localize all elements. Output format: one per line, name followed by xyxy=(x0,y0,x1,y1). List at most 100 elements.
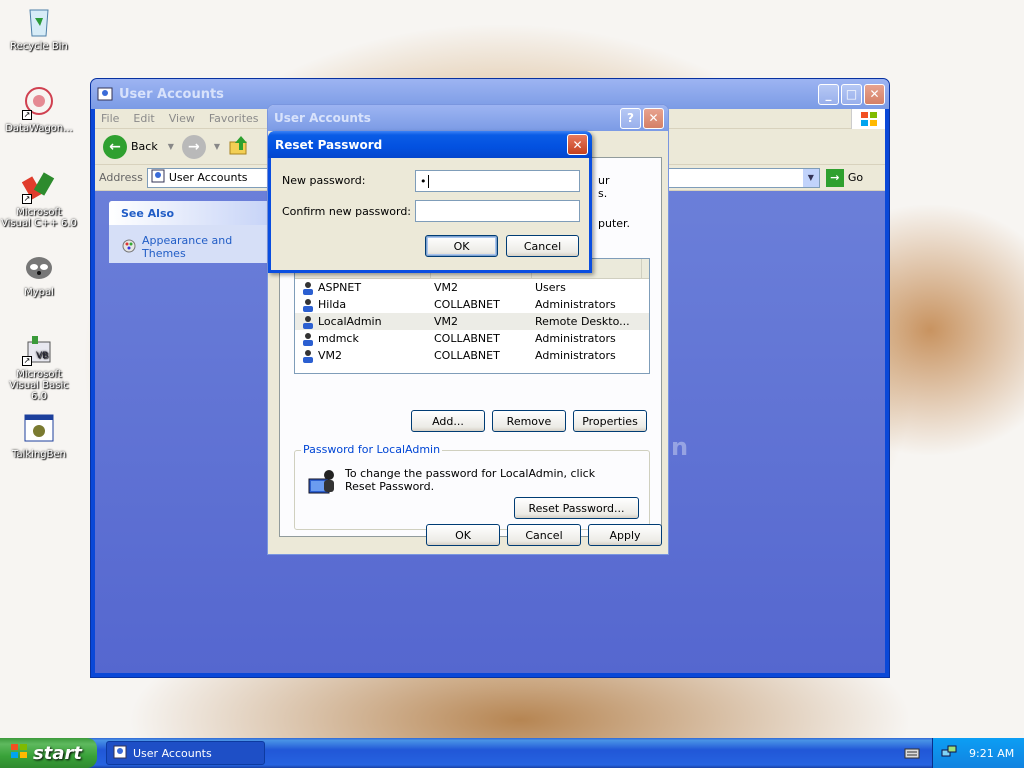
user-name: mdmck xyxy=(318,332,359,345)
user-icon xyxy=(301,315,315,329)
confirm-password-label: Confirm new password: xyxy=(282,205,412,218)
user-name: VM2 xyxy=(318,349,343,362)
appearance-themes-icon xyxy=(121,238,137,257)
user-accounts-icon xyxy=(97,86,113,102)
user-accounts-icon xyxy=(113,745,127,762)
user-icon xyxy=(301,281,315,295)
partial-text-3: puter. xyxy=(598,217,631,230)
user-group: Remote Deskto... xyxy=(535,315,630,328)
properties-button[interactable]: Properties xyxy=(573,410,647,432)
menu-edit[interactable]: Edit xyxy=(133,112,154,125)
ua-dialog-titlebar[interactable]: User Accounts ? ✕ xyxy=(268,105,668,131)
back-button-label[interactable]: Back xyxy=(131,140,158,153)
users-listview[interactable]: ASPNET VM2 Users Hilda COLLABNET Adminis… xyxy=(294,258,650,374)
minimize-button[interactable]: _ xyxy=(818,83,839,105)
desktop-icon-mypal[interactable]: Mypal xyxy=(0,250,78,298)
address-value: User Accounts xyxy=(168,171,248,184)
main-window-title: User Accounts xyxy=(119,86,224,102)
ua-apply-button[interactable]: Apply xyxy=(588,524,662,546)
see-also-pane: See Also Appearance and Themes xyxy=(109,201,271,263)
desktop-icon-talkingben[interactable]: TalkingBen xyxy=(0,412,78,460)
user-accounts-icon xyxy=(151,169,165,186)
user-group: Administrators xyxy=(535,332,616,345)
watermark-text: n xyxy=(671,433,689,461)
recycle-bin-icon xyxy=(22,4,56,38)
maximize-button[interactable]: □ xyxy=(841,83,862,105)
reset-password-dialog: Reset Password ✕ New password: • Confirm… xyxy=(268,131,592,273)
shortcut-arrow-icon: ↗ xyxy=(22,356,32,366)
partial-text-1: ur xyxy=(598,174,610,187)
user-icon xyxy=(301,298,315,312)
user-name: LocalAdmin xyxy=(318,315,382,328)
text-cursor xyxy=(427,174,429,188)
desktop-icon-recycle-bin[interactable]: Recycle Bin xyxy=(0,4,78,52)
help-button[interactable]: ? xyxy=(620,107,641,129)
rp-dialog-titlebar[interactable]: Reset Password ✕ xyxy=(268,131,592,158)
table-row[interactable]: Hilda COLLABNET Administrators xyxy=(295,296,649,313)
new-password-field[interactable]: • xyxy=(415,170,580,192)
folder-up-icon[interactable] xyxy=(228,134,250,159)
table-row[interactable]: mdmck COLLABNET Administrators xyxy=(295,330,649,347)
user-group: Administrators xyxy=(535,349,616,362)
confirm-password-field[interactable] xyxy=(415,200,580,222)
clock[interactable]: 9:21 AM xyxy=(969,747,1014,760)
go-button-label[interactable]: Go xyxy=(848,171,863,184)
desktop-icon-label: Microsoft Visual Basic 6.0 xyxy=(9,369,69,402)
rp-cancel-button[interactable]: Cancel xyxy=(506,235,579,257)
system-tray: 9:21 AM xyxy=(932,738,1024,768)
datawagon-icon: ↗ xyxy=(22,86,56,120)
user-domain: VM2 xyxy=(434,315,459,328)
windows-logo-icon xyxy=(851,108,885,129)
remove-user-button[interactable]: Remove xyxy=(492,410,566,432)
ua-close-button[interactable]: ✕ xyxy=(643,107,664,129)
go-arrow-icon[interactable]: → xyxy=(825,168,844,187)
chevron-down-icon[interactable]: ▼ xyxy=(168,142,174,151)
appearance-themes-label: Appearance and Themes xyxy=(142,234,233,260)
desktop-icon-label: Mypal xyxy=(24,287,54,298)
ua-cancel-button[interactable]: Cancel xyxy=(507,524,581,546)
chevron-down-icon[interactable]: ▼ xyxy=(214,142,220,151)
password-group-legend: Password for LocalAdmin xyxy=(301,443,443,456)
close-button[interactable]: ✕ xyxy=(864,83,885,105)
start-button[interactable]: start xyxy=(0,738,97,768)
desktop-icon-label: Recycle Bin xyxy=(10,41,68,52)
rp-ok-button[interactable]: OK xyxy=(425,235,498,257)
user-group: Administrators xyxy=(535,298,616,311)
taskbar-item-label: User Accounts xyxy=(133,746,212,760)
partial-text-2: s. xyxy=(598,187,608,200)
password-groupbox: Password for LocalAdmin To change the pa… xyxy=(294,443,650,530)
visual-cpp-icon: ↗ xyxy=(21,170,56,204)
appearance-themes-link[interactable]: Appearance and Themes xyxy=(109,225,271,260)
visual-basic-icon: VB ↗ xyxy=(22,332,56,366)
back-arrow-icon[interactable]: ← xyxy=(103,134,127,159)
taskbar: start User Accounts 9:21 AM xyxy=(0,738,1024,768)
keyboard-icon[interactable] xyxy=(904,746,920,763)
menu-favorites[interactable]: Favorites xyxy=(209,112,259,125)
desktop-icon-datawagon[interactable]: ↗ DataWagon... xyxy=(0,86,78,134)
menu-view[interactable]: View xyxy=(169,112,195,125)
network-icon[interactable] xyxy=(941,744,957,763)
shortcut-arrow-icon: ↗ xyxy=(22,110,32,120)
ua-ok-button[interactable]: OK xyxy=(426,524,500,546)
computer-user-icon xyxy=(307,467,339,502)
user-group: Users xyxy=(535,281,566,294)
svg-text:VB: VB xyxy=(36,351,48,361)
user-name: Hilda xyxy=(318,298,347,311)
see-also-title: See Also xyxy=(109,201,271,225)
table-row[interactable]: ASPNET VM2 Users xyxy=(295,279,649,296)
rp-close-button[interactable]: ✕ xyxy=(567,134,588,155)
table-row-selected[interactable]: LocalAdmin VM2 Remote Deskto... xyxy=(295,313,649,330)
reset-password-button[interactable]: Reset Password... xyxy=(514,497,639,519)
table-row[interactable]: VM2 COLLABNET Administrators xyxy=(295,347,649,364)
windows-logo-icon xyxy=(10,743,28,764)
desktop-icon-visual-basic[interactable]: VB ↗ Microsoft Visual Basic 6.0 xyxy=(0,332,78,402)
address-label: Address xyxy=(99,171,143,184)
taskbar-item-user-accounts[interactable]: User Accounts xyxy=(106,741,265,765)
menu-file[interactable]: File xyxy=(101,112,119,125)
forward-arrow-icon[interactable]: → xyxy=(181,134,206,159)
desktop-icon-label: DataWagon... xyxy=(5,123,73,134)
add-user-button[interactable]: Add... xyxy=(411,410,485,432)
start-label: start xyxy=(33,742,82,764)
desktop-icon-visual-cpp[interactable]: ↗ Microsoft Visual C++ 6.0 xyxy=(0,170,78,229)
address-dropdown-icon[interactable]: ▼ xyxy=(802,168,819,187)
